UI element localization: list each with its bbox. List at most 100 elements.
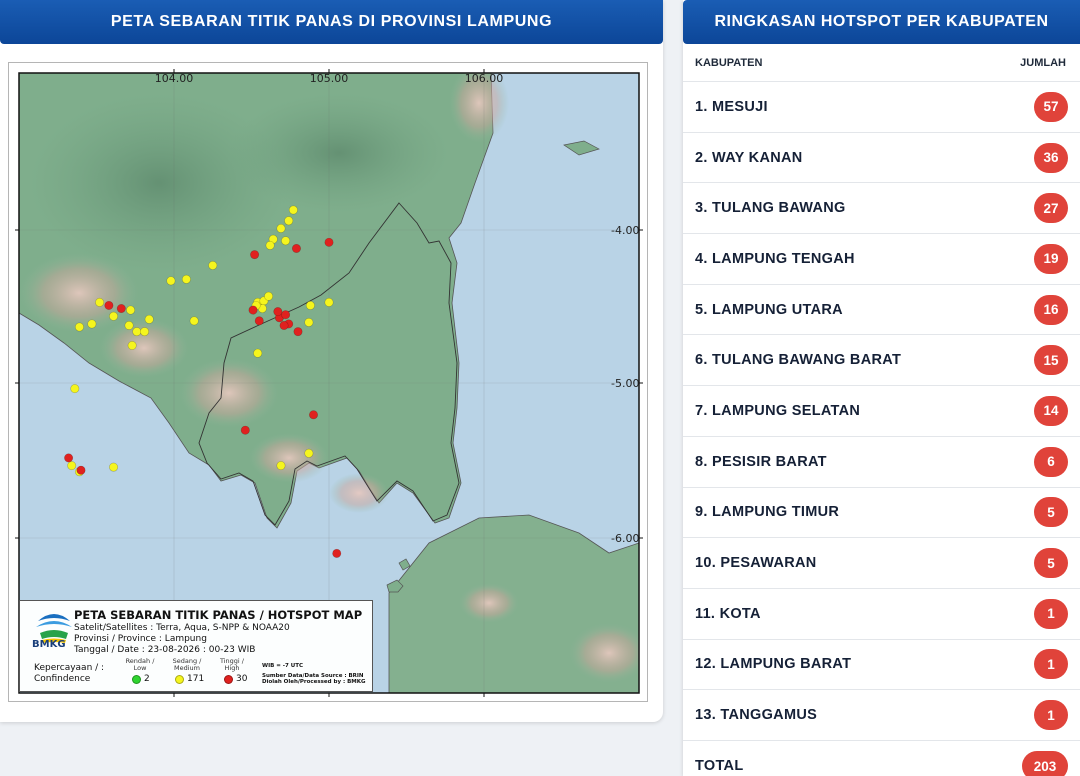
kabupaten-name: 11. KOTA <box>695 605 761 622</box>
legend-confidence-label: Kepercayaan / : Confindence <box>34 663 105 684</box>
yellow-hotspot-point <box>70 384 80 394</box>
red-hotspot-point <box>240 425 250 435</box>
legend-title: PETA SEBARAN TITIK PANAS / HOTSPOT MAP <box>74 608 363 622</box>
yellow-hotspot-point <box>304 448 314 458</box>
legend-high-count: 30 <box>224 674 247 684</box>
hotspot-count-badge: 36 <box>1034 142 1068 173</box>
yellow-hotspot-point <box>305 300 315 310</box>
hotspot-count-badge: 57 <box>1034 91 1068 122</box>
yellow-hotspot-point <box>124 320 134 330</box>
map-panel: PETA SEBARAN TITIK PANAS DI PROVINSI LAM… <box>0 0 663 722</box>
summary-panel-title: RINGKASAN HOTSPOT PER KABUPATEN <box>683 0 1080 44</box>
yellow-hotspot-point <box>67 461 77 471</box>
map-panel-title: PETA SEBARAN TITIK PANAS DI PROVINSI LAM… <box>0 0 663 44</box>
red-dot-icon <box>224 674 233 684</box>
table-row: 13. TANGGAMUS 1 <box>683 690 1080 741</box>
yellow-hotspot-point <box>144 314 154 324</box>
yellow-hotspot-point <box>74 322 84 332</box>
summary-table-body: 1. MESUJI 57 2. WAY KANAN 36 3. TULANG BAWAN… <box>683 82 1080 741</box>
table-row: 2. WAY KANAN 36 <box>683 133 1080 184</box>
yellow-hotspot-point <box>265 240 275 250</box>
mountain-shading <box>179 358 279 428</box>
kabupaten-name: 8. PESISIR BARAT <box>695 453 827 470</box>
yellow-hotspot-point <box>189 316 199 326</box>
total-label: TOTAL <box>695 758 744 775</box>
legend-low-count: 2 <box>132 674 150 684</box>
red-hotspot-point <box>324 237 334 247</box>
column-header-kabupaten: KABUPATEN <box>695 56 763 69</box>
red-hotspot-point <box>308 410 318 420</box>
yellow-hotspot-point <box>264 291 274 301</box>
yellow-hotspot-point <box>109 311 119 321</box>
yellow-hotspot-point <box>95 297 105 307</box>
low-count-value: 2 <box>144 674 150 684</box>
table-row: 3. TULANG BAWANG 27 <box>683 183 1080 235</box>
yellow-hotspot-point <box>276 461 286 471</box>
hotspot-count-badge: 5 <box>1034 497 1068 528</box>
yellow-hotspot-point <box>140 327 150 337</box>
kabupaten-name: 6. TULANG BAWANG BARAT <box>695 352 902 369</box>
table-row: 7. LAMPUNG SELATAN 14 <box>683 386 1080 437</box>
kabupaten-name: 4. LAMPUNG TENGAH <box>695 250 855 267</box>
yellow-hotspot-point <box>132 327 142 337</box>
yellow-hotspot-point <box>281 236 291 246</box>
yellow-hotspot-point <box>208 260 218 270</box>
yellow-hotspot-point <box>127 340 137 350</box>
yellow-hotspot-point <box>126 305 136 315</box>
red-hotspot-point <box>279 320 289 330</box>
kabupaten-name: 5. LAMPUNG UTARA <box>695 301 843 318</box>
table-row-total: TOTAL 203 <box>683 741 1080 776</box>
table-row: 4. LAMPUNG TENGAH 19 <box>683 234 1080 285</box>
red-hotspot-point <box>76 465 86 475</box>
table-row: 6. TULANG BAWANG BARAT 15 <box>683 335 1080 387</box>
legend-medium-count: 171 <box>175 674 204 684</box>
red-hotspot-point <box>104 300 114 310</box>
yellow-hotspot-point <box>109 462 119 472</box>
lat-label: -4.00 <box>611 224 639 237</box>
yellow-hotspot-point <box>181 274 191 284</box>
hotspot-count-badge: 14 <box>1034 395 1068 426</box>
yellow-hotspot-point <box>288 205 298 215</box>
hotspot-count-badge: 16 <box>1034 294 1068 325</box>
hotspot-count-badge: 19 <box>1034 243 1068 274</box>
green-dot-icon <box>132 674 141 684</box>
yellow-hotspot-point <box>304 317 314 327</box>
bmkg-logo-icon <box>36 614 72 643</box>
lon-label: 105.00 <box>310 72 349 85</box>
table-row: 8. PESISIR BARAT 6 <box>683 437 1080 488</box>
medium-count-value: 171 <box>187 674 205 684</box>
red-hotspot-point <box>64 453 74 463</box>
hotspot-count-badge: 15 <box>1034 345 1068 376</box>
hotspot-count-badge: 1 <box>1034 700 1068 731</box>
map-legend: BMKG PETA SEBARAN TITIK PANAS / HOTSPOT … <box>19 600 373 692</box>
yellow-hotspot-point <box>166 276 176 286</box>
red-hotspot-point <box>250 250 260 260</box>
red-hotspot-point <box>293 327 303 337</box>
mountain-shading <box>329 473 389 513</box>
kabupaten-name: 10. PESAWARAN <box>695 555 817 572</box>
yellow-dot-icon <box>175 674 184 684</box>
kabupaten-name: 7. LAMPUNG SELATAN <box>695 402 861 419</box>
lon-label: 104.00 <box>155 72 194 85</box>
yellow-hotspot-point <box>253 348 263 358</box>
hotspot-count-badge: 5 <box>1034 548 1068 579</box>
table-row: 5. LAMPUNG UTARA 16 <box>683 285 1080 336</box>
legend-satellite: Satelit/Satellites : Terra, Aqua, S-NPP … <box>74 623 290 633</box>
kabupaten-name: 12. LAMPUNG BARAT <box>695 656 852 673</box>
hotspot-count-badge: 1 <box>1034 649 1068 680</box>
bmkg-logo-text: BMKG <box>32 639 66 650</box>
lon-label: 106.00 <box>465 72 504 85</box>
table-row: 1. MESUJI 57 <box>683 82 1080 133</box>
red-hotspot-point <box>273 307 283 317</box>
legend-high-label: Tinggi / High <box>219 657 244 672</box>
kabupaten-name: 13. TANGGAMUS <box>695 707 818 724</box>
table-header: KABUPATEN JUMLAH <box>683 44 1080 82</box>
legend-wib-note: WIB = -7 UTC <box>262 663 304 669</box>
legend-low-label: Rendah / Low <box>125 657 155 672</box>
forest-shading <box>229 93 449 213</box>
legend-province: Provinsi / Province : Lampung <box>74 634 207 644</box>
mountain-shading <box>569 623 639 683</box>
table-row: 12. LAMPUNG BARAT 1 <box>683 640 1080 691</box>
yellow-hotspot-point <box>276 223 286 233</box>
mountain-shading <box>99 318 189 378</box>
